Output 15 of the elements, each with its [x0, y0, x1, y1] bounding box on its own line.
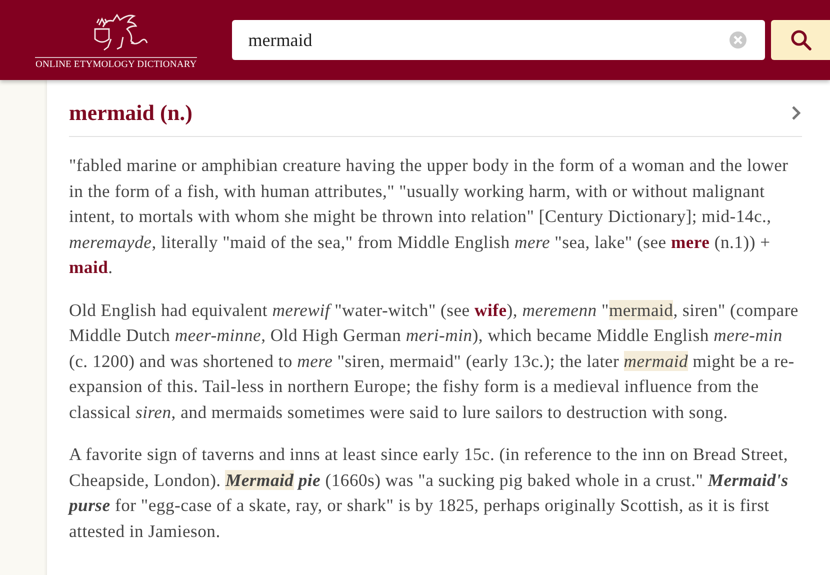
entry-paragraph: Old English had equivalent merewif "water-witch" (see wife), meremenn "mermaid, siren" (compare Middle Dutch meer-minne, Old High German meri-min), which became Middle English mere-min (c. 1200) and was shortened to mere "siren, mermaid" (early 13c.); the later mermaid might be a re-expansion of this. Tail-less in northern Europe; the fishy form is a medieval influence from the classical siren, and mermaids sometimes were said to lure sailors to destruction with song. [69, 298, 800, 424]
entry-paragraph: "fabled marine or amphibian creature having the upper body in the form of a woman and the lower in the form of a fish, with human attributes," "usually working harm, with or without malignant intent, to mortals with whom she might be thrown into relation" [Century Dictionary]; mid-14c., meremayde, literally "maid of the sea," from Middle English mere "sea, lake" (see mere (n.1)) + maid. [69, 154, 790, 279]
entry-paragraph: A favorite sign of taverns and inns at least since early 15c. (in reference to the inn on Bread Street, Cheapside, London). Mermaid pie (1660s) was "a sucking pig baked whole in a crust." Mermaid's purse for "egg-case of a skate, ray, or shark" is by 1825, perhaps originally Scottish, as it is first attested in Jamieson. [69, 443, 790, 542]
highlighted-word: mermaid [608, 300, 674, 320]
entry-title[interactable]: mermaid (n.) [69, 100, 192, 126]
word-link[interactable]: wife [474, 300, 507, 320]
search-icon [790, 29, 812, 51]
word-link[interactable]: mere [670, 232, 710, 252]
highlighted-word: mermaid [624, 350, 688, 370]
word-link[interactable]: maid [69, 257, 108, 277]
search-button[interactable] [771, 20, 830, 60]
search-field[interactable]: mermaid [232, 20, 766, 60]
highlighted-word: Mermaid [225, 470, 294, 490]
site-name[interactable]: ONLINE ETYMOLOGY DICTIONARY [36, 60, 197, 70]
chevron-right-icon[interactable] [790, 104, 802, 122]
